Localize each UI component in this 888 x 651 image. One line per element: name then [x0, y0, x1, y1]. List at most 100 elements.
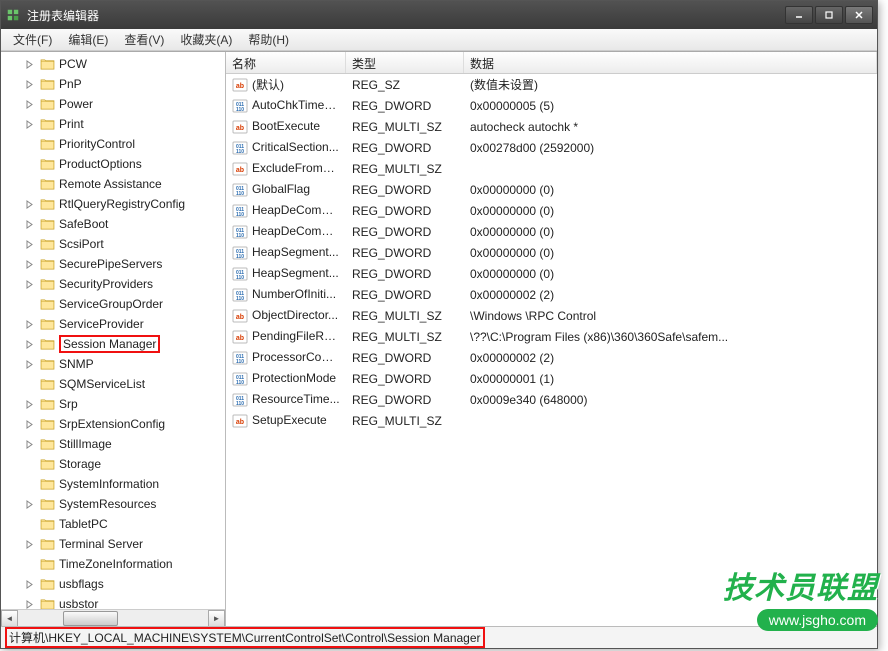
tree-item[interactable]: SecurePipeServers	[1, 254, 225, 274]
registry-value-row[interactable]: 011110NumberOfIniti...REG_DWORD0x0000000…	[226, 284, 877, 305]
tree-item[interactable]: usbflags	[1, 574, 225, 594]
registry-value-row[interactable]: 011110ProtectionModeREG_DWORD0x00000001 …	[226, 368, 877, 389]
scrollbar-right-button[interactable]: ►	[208, 610, 225, 627]
tree-expand-icon[interactable]	[23, 538, 35, 550]
registry-value-row[interactable]: 011110HeapSegment...REG_DWORD0x00000000 …	[226, 242, 877, 263]
menu-edit[interactable]: 编辑(E)	[60, 29, 116, 50]
registry-value-row[interactable]: abSetupExecuteREG_MULTI_SZ	[226, 410, 877, 431]
svg-text:ab: ab	[236, 314, 244, 321]
tree-item[interactable]: Power	[1, 94, 225, 114]
registry-value-row[interactable]: 011110ResourceTime...REG_DWORD0x0009e340…	[226, 389, 877, 410]
tree-item[interactable]: TimeZoneInformation	[1, 554, 225, 574]
maximize-button[interactable]	[815, 6, 843, 24]
tree-expand-icon[interactable]	[23, 398, 35, 410]
tree-item[interactable]: ServiceGroupOrder	[1, 294, 225, 314]
column-header-name[interactable]: 名称	[226, 52, 346, 73]
tree-expand-icon[interactable]	[23, 58, 35, 70]
tree-item[interactable]: SrpExtensionConfig	[1, 414, 225, 434]
registry-value-row[interactable]: 011110HeapDeComm...REG_DWORD0x00000000 (…	[226, 200, 877, 221]
tree-horizontal-scrollbar[interactable]: ◄ ►	[1, 609, 225, 626]
value-type-cell: REG_MULTI_SZ	[346, 120, 464, 134]
tree-expand-icon[interactable]	[23, 98, 35, 110]
minimize-button[interactable]	[785, 6, 813, 24]
value-name-cell: 011110HeapDeComm...	[226, 203, 346, 219]
tree-item[interactable]: Session Manager	[1, 334, 225, 354]
tree-item[interactable]: StillImage	[1, 434, 225, 454]
tree-expand-icon[interactable]	[23, 218, 35, 230]
registry-value-row[interactable]: 011110AutoChkTimeoutREG_DWORD0x00000005 …	[226, 95, 877, 116]
tree-item[interactable]: SQMServiceList	[1, 374, 225, 394]
registry-value-row[interactable]: 011110CriticalSection...REG_DWORD0x00278…	[226, 137, 877, 158]
tree-item-label: PnP	[59, 77, 82, 91]
svg-text:110: 110	[236, 212, 244, 218]
svg-text:ab: ab	[236, 83, 244, 90]
menu-file[interactable]: 文件(F)	[5, 29, 60, 50]
menu-favorites[interactable]: 收藏夹(A)	[172, 29, 240, 50]
scrollbar-thumb[interactable]	[63, 611, 118, 626]
tree-item[interactable]: SafeBoot	[1, 214, 225, 234]
registry-value-row[interactable]: 011110HeapSegment...REG_DWORD0x00000000 …	[226, 263, 877, 284]
tree-item[interactable]: SystemInformation	[1, 474, 225, 494]
menu-help[interactable]: 帮助(H)	[240, 29, 297, 50]
registry-value-row[interactable]: ab(默认)REG_SZ(数值未设置)	[226, 74, 877, 95]
scrollbar-left-button[interactable]: ◄	[1, 610, 18, 627]
tree-expand-icon[interactable]	[23, 198, 35, 210]
tree-item[interactable]: Srp	[1, 394, 225, 414]
tree-item[interactable]: SecurityProviders	[1, 274, 225, 294]
tree-item[interactable]: PCW	[1, 54, 225, 74]
tree-item[interactable]: Print	[1, 114, 225, 134]
column-header-data[interactable]: 数据	[464, 52, 877, 73]
tree-expand-icon[interactable]	[23, 238, 35, 250]
folder-icon	[39, 257, 55, 271]
menu-view[interactable]: 查看(V)	[116, 29, 172, 50]
tree-expand-icon[interactable]	[23, 78, 35, 90]
registry-value-row[interactable]: abPendingFileRe...REG_MULTI_SZ\??\C:\Pro…	[226, 326, 877, 347]
tree-item[interactable]: ServiceProvider	[1, 314, 225, 334]
tree-panel[interactable]: PCW PnP PowerPrintPriorityControlProductOp…	[1, 52, 226, 626]
column-header-type[interactable]: 类型	[346, 52, 464, 73]
registry-value-row[interactable]: 011110ProcessorCont...REG_DWORD0x0000000…	[226, 347, 877, 368]
tree-item[interactable]: ProductOptions	[1, 154, 225, 174]
tree-item[interactable]: PnP	[1, 74, 225, 94]
tree-item[interactable]: Storage	[1, 454, 225, 474]
registry-tree: PCW PnP PowerPrintPriorityControlProductOp…	[1, 52, 225, 616]
titlebar[interactable]: 注册表编辑器	[1, 1, 877, 29]
binary-value-icon: 011110	[232, 182, 248, 198]
tree-item[interactable]: Remote Assistance	[1, 174, 225, 194]
tree-item[interactable]: ScsiPort	[1, 234, 225, 254]
folder-icon	[39, 517, 55, 531]
close-button[interactable]	[845, 6, 873, 24]
tree-expand-icon[interactable]	[23, 578, 35, 590]
registry-value-row[interactable]: abObjectDirector...REG_MULTI_SZ\Windows …	[226, 305, 877, 326]
value-data-cell: 0x00000000 (0)	[464, 267, 877, 281]
tree-expand-icon[interactable]	[23, 418, 35, 430]
registry-value-row[interactable]: 011110GlobalFlagREG_DWORD0x00000000 (0)	[226, 179, 877, 200]
tree-expand-icon[interactable]	[23, 258, 35, 270]
tree-item[interactable]: SNMP	[1, 354, 225, 374]
svg-text:110: 110	[236, 275, 244, 281]
tree-item[interactable]: RtlQueryRegistryConfig	[1, 194, 225, 214]
registry-value-row[interactable]: 011110HeapDeComm...REG_DWORD0x00000000 (…	[226, 221, 877, 242]
folder-icon	[39, 397, 55, 411]
tree-item[interactable]: SystemResources	[1, 494, 225, 514]
folder-icon	[39, 157, 55, 171]
list-body[interactable]: ab(默认)REG_SZ(数值未设置)011110AutoChkTimeoutR…	[226, 74, 877, 626]
tree-item[interactable]: TabletPC	[1, 514, 225, 534]
scrollbar-track[interactable]	[18, 610, 208, 627]
tree-expand-icon[interactable]	[23, 278, 35, 290]
tree-expand-icon[interactable]	[23, 358, 35, 370]
tree-expand-icon[interactable]	[23, 338, 35, 350]
tree-expand-icon[interactable]	[23, 318, 35, 330]
value-data-cell: 0x00000000 (0)	[464, 183, 877, 197]
tree-expand-icon[interactable]	[23, 118, 35, 130]
menubar: 文件(F) 编辑(E) 查看(V) 收藏夹(A) 帮助(H)	[1, 29, 877, 51]
tree-expand-icon[interactable]	[23, 438, 35, 450]
tree-item[interactable]: Terminal Server	[1, 534, 225, 554]
value-name-cell: abSetupExecute	[226, 413, 346, 429]
tree-item[interactable]: PriorityControl	[1, 134, 225, 154]
registry-value-row[interactable]: abBootExecuteREG_MULTI_SZautocheck autoc…	[226, 116, 877, 137]
registry-value-row[interactable]: abExcludeFromK...REG_MULTI_SZ	[226, 158, 877, 179]
binary-value-icon: 011110	[232, 371, 248, 387]
tree-expand-icon[interactable]	[23, 498, 35, 510]
registry-editor-window: 注册表编辑器 文件(F) 编辑(E) 查看(V) 收藏夹(A) 帮助(H) PC…	[0, 0, 878, 649]
